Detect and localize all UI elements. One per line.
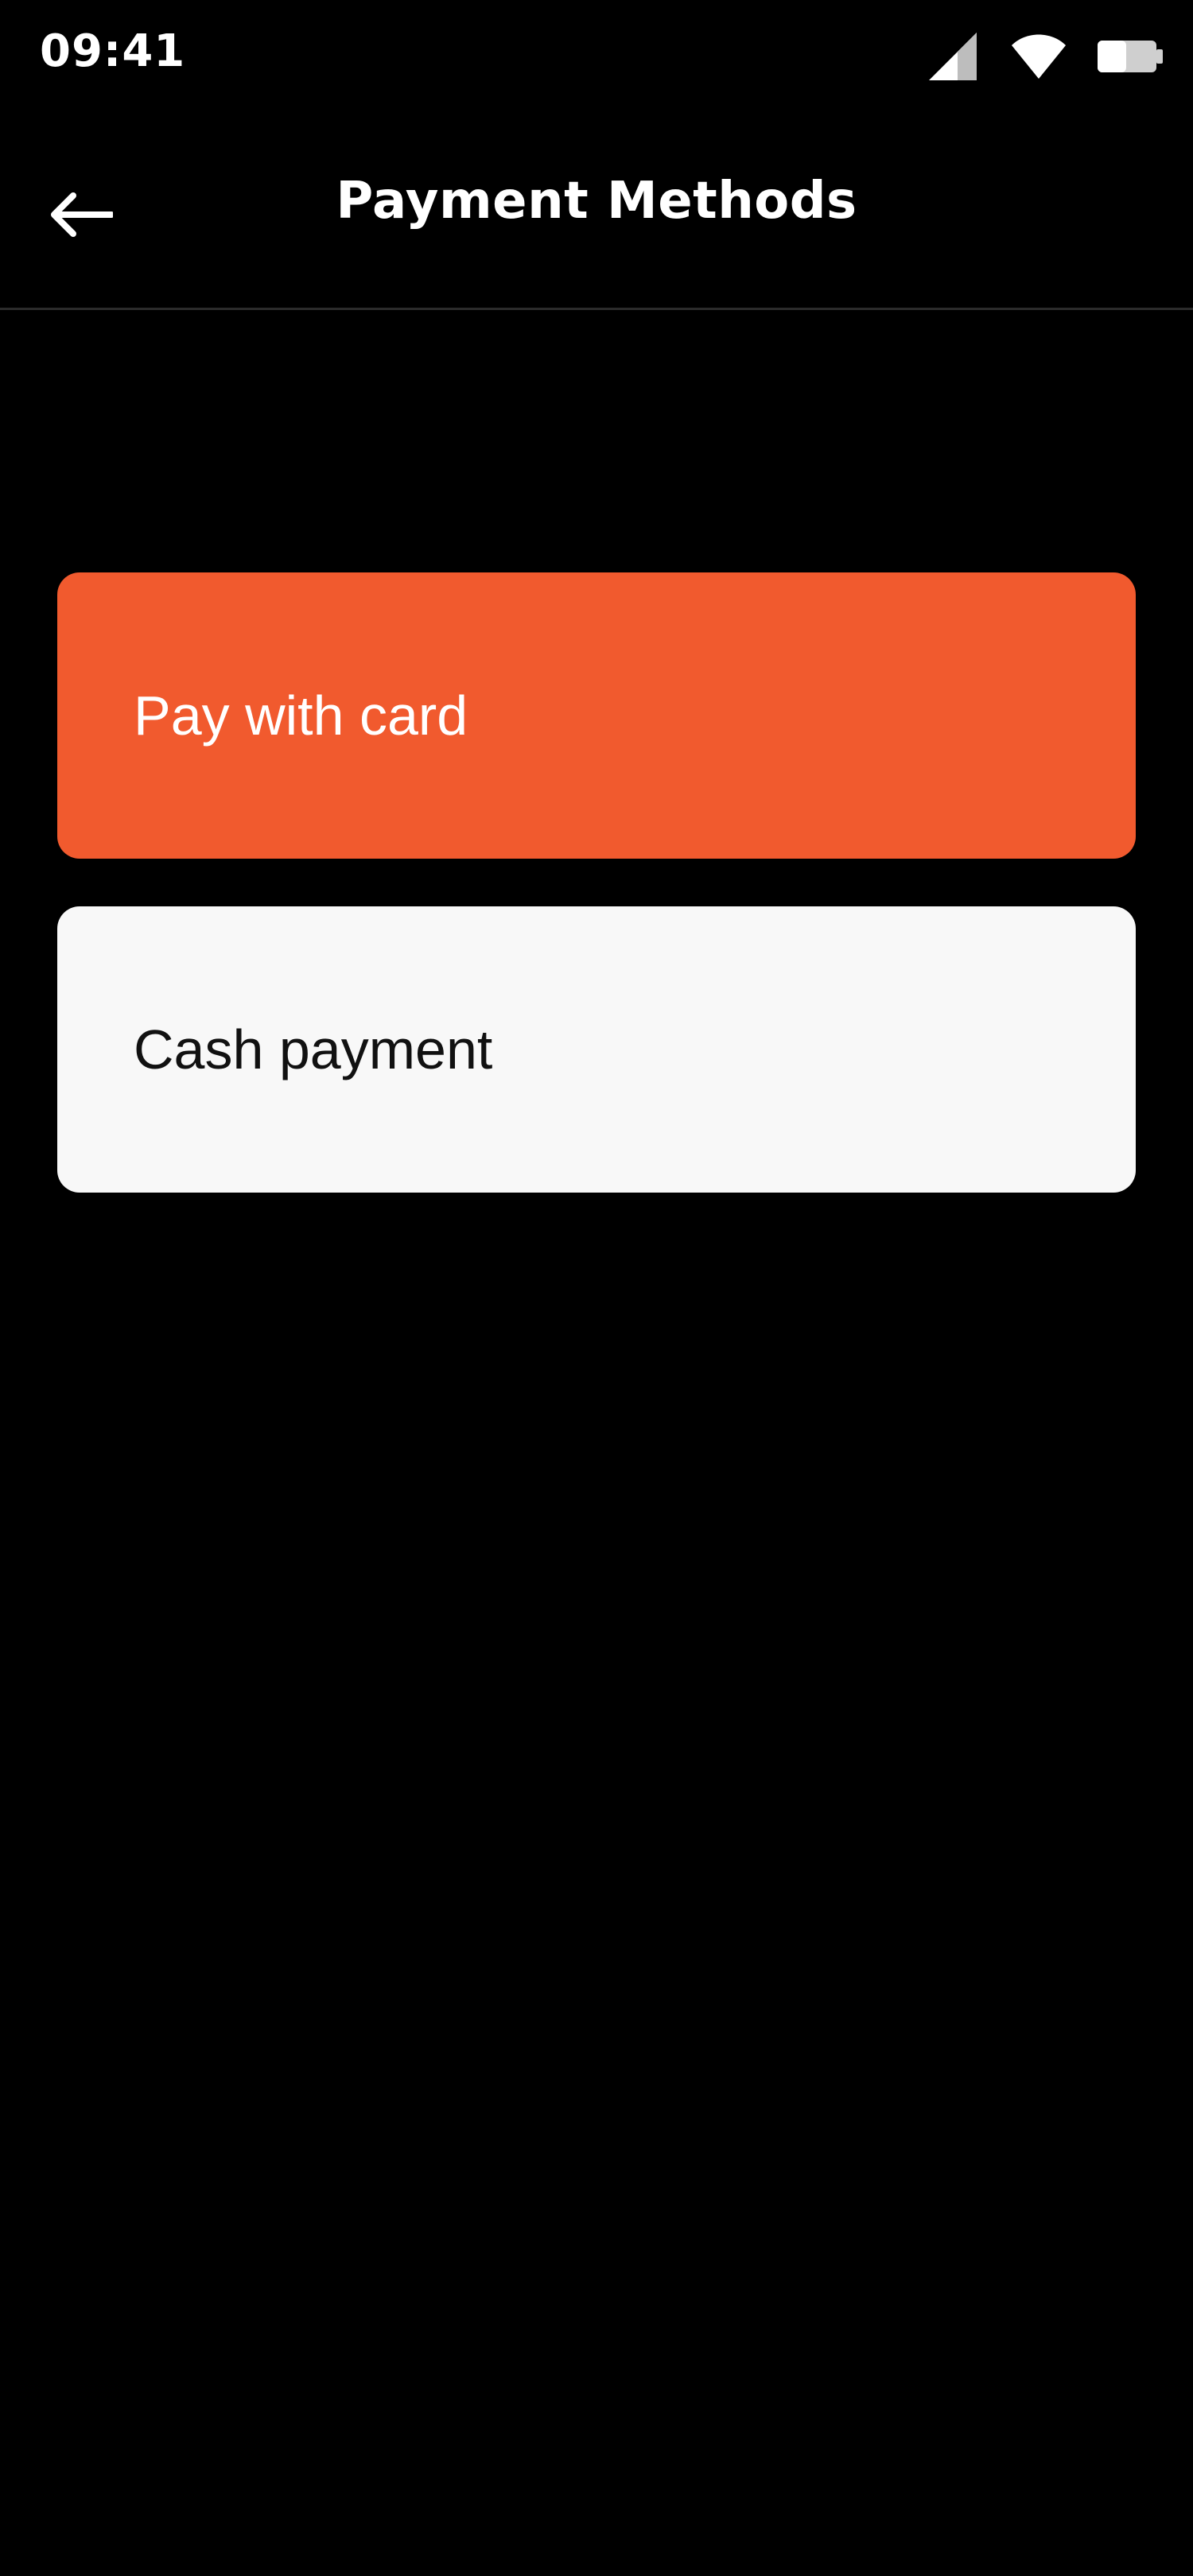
cash-payment-button[interactable]: Cash payment [57,906,1136,1193]
app-bar: Payment Methods [0,111,1193,310]
status-bar: 09:41 [0,0,1193,111]
status-icons [929,29,1164,84]
option-label: Pay with card [134,685,468,747]
status-time: 09:41 [40,25,186,77]
option-label: Cash payment [134,1018,493,1080]
wifi-icon [1012,34,1066,79]
signal-icon [929,33,980,80]
pay-with-card-button[interactable]: Pay with card [57,572,1136,859]
payment-options-list: Pay with card Cash payment [57,572,1136,1193]
page-title: Payment Methods [336,172,857,231]
battery-icon [1098,39,1164,74]
